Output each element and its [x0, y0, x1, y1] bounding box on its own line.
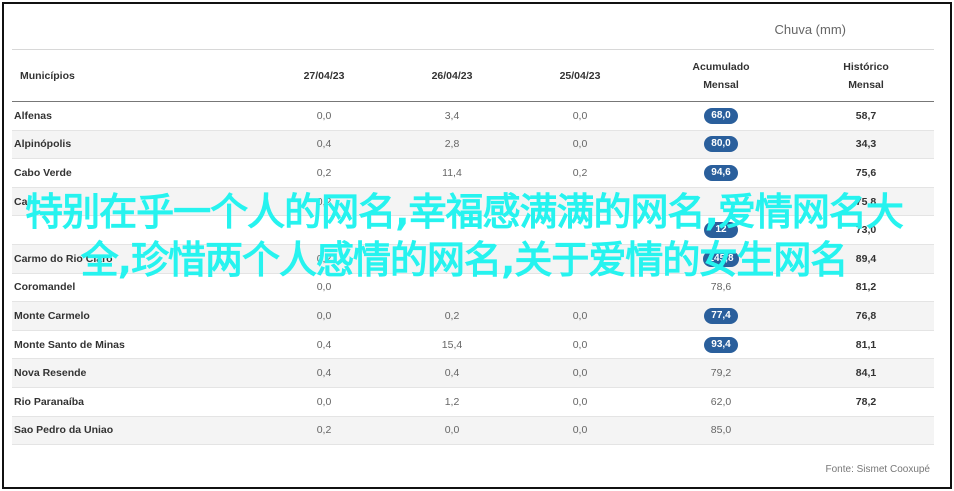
table-row: Nova Resende 0,4 0,4 0,0 79,2 84,1	[12, 359, 934, 388]
table-header: Municípios 27/04/23 26/04/23 25/04/23 Ac…	[12, 50, 934, 102]
cell-date-3: 0,2	[572, 166, 588, 179]
cell-date-1: 0,0	[316, 395, 332, 408]
cell-date-2: 15,4	[441, 338, 463, 351]
cell-date-3: 0,0	[572, 309, 588, 322]
header-date-1: 27/04/23	[303, 69, 345, 82]
cell-municipio: Sao Pedro da Uniao	[14, 424, 114, 437]
cell-date-3: 0,0	[572, 395, 588, 408]
acumulado-badge: 93,4	[704, 336, 738, 353]
cell-date-2: 1,2	[444, 395, 460, 408]
cell-historico: 76,8	[855, 309, 877, 322]
cell-date-2: 0,2	[444, 309, 460, 322]
acumulado-badge: 94,6	[704, 164, 738, 181]
cell-historico: 58,7	[855, 109, 877, 122]
acumulado-value: 85,0	[710, 424, 732, 437]
cell-date-3: 0,0	[572, 338, 588, 351]
cell-date-2: 2,8	[444, 138, 460, 151]
cell-historico: 81,1	[855, 338, 877, 351]
cell-acumulado: 85,0	[644, 424, 798, 436]
header-acumulado-l1: Acumulado	[692, 60, 750, 73]
cell-acumulado: 79,2	[644, 367, 798, 379]
header-acumulado: Acumulado Mensal	[644, 58, 798, 94]
cell-historico: 75,6	[855, 166, 877, 179]
header-date-3: 25/04/23	[559, 69, 601, 82]
cell-date-1: 0,0	[316, 309, 332, 322]
cell-municipio: Alfenas	[14, 109, 52, 122]
table-row: Cabo Verde 0,2 11,4 0,2 94,6 75,6	[12, 159, 934, 188]
cell-date-3: 0,0	[572, 424, 588, 437]
cell-date-3: 0,0	[572, 109, 588, 122]
image-frame: Chuva (mm) Municípios 27/04/23 26/04/23 …	[2, 2, 952, 489]
acumulado-badge: 77,4	[704, 307, 738, 324]
header-acumulado-l2: Mensal	[703, 78, 739, 91]
table-row: Alpinópolis 0,4 2,8 0,0 80,0 34,3	[12, 130, 934, 160]
cell-date-2: 3,4	[444, 109, 460, 122]
cell-historico: 78,2	[855, 395, 877, 408]
cell-historico: 84,1	[855, 367, 877, 380]
cell-municipio: Cabo Verde	[14, 166, 72, 179]
cell-date-3: 0,0	[572, 367, 588, 380]
table-row: Alfenas 0,0 3,4 0,0 68,0 58,7	[12, 102, 934, 131]
header-municipios: Municípios	[20, 69, 75, 82]
cell-acumulado: 94,6	[644, 164, 798, 181]
acumulado-badge: 68,0	[704, 107, 738, 124]
cell-municipio: Alpinópolis	[14, 138, 72, 151]
cell-date-1: 0,2	[316, 424, 332, 437]
cell-date-1: 0,4	[316, 367, 332, 380]
cell-historico: 34,3	[855, 138, 877, 151]
cell-date-2: 0,0	[444, 424, 460, 437]
cell-municipio: Monte Carmelo	[14, 309, 90, 322]
cell-acumulado: 93,4	[644, 336, 798, 353]
header-historico-l1: Histórico	[843, 60, 889, 73]
cell-date-1: 0,0	[316, 109, 332, 122]
header-historico-l2: Mensal	[848, 78, 884, 91]
cell-date-1: 0,2	[316, 166, 332, 179]
cell-acumulado: 62,0	[644, 396, 798, 408]
table-row: Sao Pedro da Uniao 0,2 0,0 0,0 85,0	[12, 416, 934, 446]
cell-date-2: 11,4	[442, 166, 462, 179]
cell-date-1: 0,4	[316, 338, 332, 351]
acumulado-value: 79,2	[710, 367, 732, 380]
table-row: Rio Paranaíba 0,0 1,2 0,0 62,0 78,2	[12, 388, 934, 417]
cell-acumulado: 68,0	[644, 107, 798, 124]
acumulado-badge: 80,0	[704, 136, 738, 153]
table-row: Monte Carmelo 0,0 0,2 0,0 77,4 76,8	[12, 302, 934, 331]
overlay-caption: 特别在乎一个人的网名,幸福感满满的网名,爱情网名大全,珍惜两个人感情的网名,关于…	[25, 190, 904, 282]
cell-municipio: Nova Resende	[14, 367, 87, 380]
cell-acumulado: 77,4	[644, 307, 798, 324]
cell-date-2: 0,4	[444, 367, 460, 380]
source-label: Fonte: Sismet Cooxupé	[825, 464, 931, 475]
cell-date-1: 0,4	[316, 138, 332, 151]
header-date-2: 26/04/23	[431, 69, 473, 82]
cell-date-3: 0,0	[572, 138, 588, 151]
unit-label: Chuva (mm)	[774, 22, 846, 37]
cell-acumulado: 80,0	[644, 136, 798, 153]
header-historico: Histórico Mensal	[798, 58, 934, 94]
table-row: Monte Santo de Minas 0,4 15,4 0,0 93,4 81,1	[12, 331, 934, 360]
cell-municipio: Rio Paranaíba	[14, 395, 85, 408]
cell-municipio: Monte Santo de Minas	[14, 338, 125, 351]
acumulado-value: 62,0	[710, 395, 732, 408]
